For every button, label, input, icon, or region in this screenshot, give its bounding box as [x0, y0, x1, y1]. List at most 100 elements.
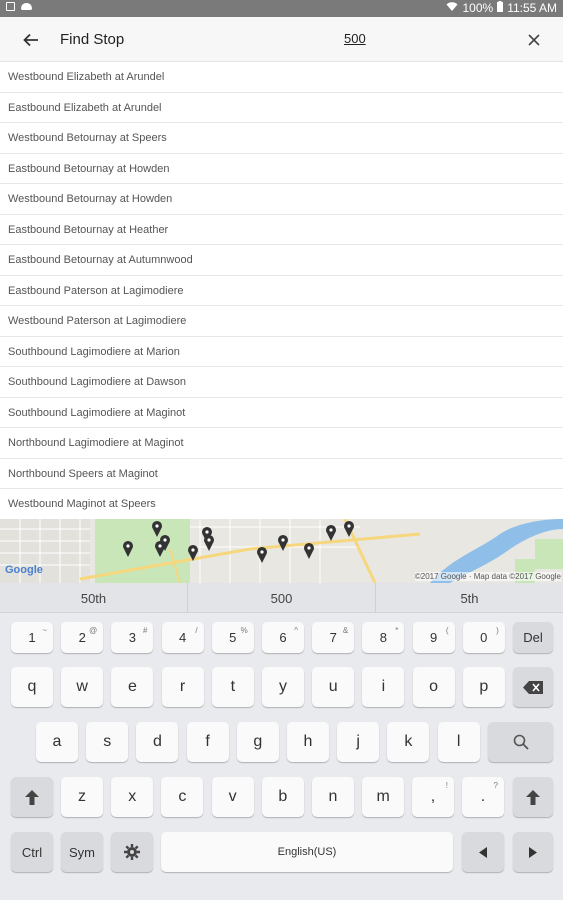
backspace-key[interactable] — [513, 667, 553, 707]
back-button[interactable] — [18, 27, 44, 53]
stop-result-item[interactable]: Southbound Lagimodiere at Dawson — [0, 367, 563, 398]
key-z-label: z — [78, 788, 86, 805]
key-r[interactable]: r — [161, 667, 204, 707]
google-logo: Google — [5, 564, 43, 576]
key-x[interactable]: x — [111, 777, 154, 817]
key-z[interactable]: z — [61, 777, 103, 817]
key-1[interactable]: 1 ~ — [11, 622, 53, 653]
key-e[interactable]: e — [111, 667, 154, 707]
key-n[interactable]: n — [312, 777, 354, 817]
key-i[interactable]: i — [362, 667, 405, 707]
stop-result-item[interactable]: Westbound Betournay at Howden — [0, 184, 563, 215]
stop-result-item[interactable]: Eastbound Betournay at Autumnwood — [0, 245, 563, 276]
key-2[interactable]: 2 @ — [61, 622, 104, 653]
key-4[interactable]: 4/ — [161, 622, 204, 653]
key-2-alt-label: @ — [89, 626, 98, 635]
page-title: Find Stop — [60, 31, 125, 48]
key-9-label: 9 — [429, 630, 438, 645]
key-t[interactable]: t — [211, 667, 254, 707]
stop-result-item[interactable]: Eastbound Paterson at Lagimodiere — [0, 276, 563, 306]
key-6[interactable]: 6 ^ — [262, 622, 304, 653]
key-q[interactable]: q — [11, 667, 53, 707]
key-5-label: 5 — [229, 630, 237, 645]
key-period[interactable]: .? — [462, 777, 504, 817]
key-9-alt-label: ( — [445, 626, 449, 635]
key-r-label: r — [179, 678, 186, 695]
ctrl-key[interactable]: Ctrl — [11, 832, 53, 872]
search-key[interactable] — [488, 722, 553, 762]
key-p[interactable]: p — [462, 667, 505, 707]
key-5[interactable]: 5% — [211, 622, 254, 653]
suggestion-item[interactable]: 500 — [188, 583, 376, 612]
key-3[interactable]: 3 # — [111, 622, 154, 653]
key-7-label: 7 — [329, 630, 337, 645]
key-8[interactable]: 8 * — [362, 622, 405, 653]
key-j[interactable]: j — [337, 722, 380, 762]
key-u[interactable]: u — [312, 667, 355, 707]
key-l-label: l — [456, 733, 461, 750]
stop-result-item[interactable]: Westbound Paterson at Lagimodiere — [0, 306, 563, 337]
key-l[interactable]: l — [437, 722, 480, 762]
stop-result-item[interactable]: Southbound Lagimodiere at Marion — [0, 337, 563, 367]
key-9[interactable]: 9( — [412, 622, 455, 653]
key-4-alt-label: / — [195, 626, 198, 635]
key-b[interactable]: b — [261, 777, 304, 817]
status-right: 100% 11:55 AM — [446, 1, 557, 15]
settings-key[interactable] — [111, 832, 153, 872]
cursor-right-key[interactable] — [513, 832, 553, 872]
search-icon — [513, 734, 529, 750]
key-o[interactable]: o — [412, 667, 455, 707]
key-c[interactable]: c — [161, 777, 204, 817]
key-g[interactable]: g — [236, 722, 279, 762]
space-key-label: English(US) — [277, 846, 337, 858]
shift-key-right[interactable] — [513, 777, 553, 817]
shift-key-left[interactable] — [11, 777, 53, 817]
stop-result-item[interactable]: Eastbound Elizabeth at Arundel — [0, 93, 563, 123]
stop-result-item[interactable]: Southbound Lagimodiere at Maginot — [0, 398, 563, 428]
key-4-label: 4 — [178, 630, 187, 645]
key-u-label: u — [328, 678, 338, 695]
space-key[interactable]: English(US) — [161, 832, 453, 872]
find-stop-screen: 100% 11:55 AM Find Stop 500 Westbound El… — [0, 0, 563, 900]
key-h[interactable]: h — [287, 722, 329, 762]
ctrl-key-label: Ctrl — [21, 844, 43, 860]
stop-result-item[interactable]: Westbound Maginot at Speers — [0, 489, 563, 520]
key-8-alt-label: * — [395, 626, 399, 635]
sym-key[interactable]: Sym — [61, 832, 103, 872]
key-0-alt-label: ) — [496, 626, 499, 635]
cursor-left-key[interactable] — [462, 832, 504, 872]
key-v[interactable]: v — [211, 777, 254, 817]
stop-result-item[interactable]: Northbound Speers at Maginot — [0, 459, 563, 489]
key-m[interactable]: m — [362, 777, 405, 817]
cloud-icon — [21, 3, 32, 10]
stop-result-item[interactable]: Westbound Elizabeth at Arundel — [0, 62, 563, 93]
key-w-label: w — [76, 678, 88, 695]
stop-result-item[interactable]: Eastbound Betournay at Heather — [0, 215, 563, 245]
key-a[interactable]: a — [36, 722, 78, 762]
caret-right-icon — [529, 846, 537, 858]
suggestion-item[interactable]: 50th — [0, 583, 188, 612]
stop-result-item[interactable]: Westbound Betournay at Speers — [0, 123, 563, 154]
suggestion-item[interactable]: 5th — [376, 583, 563, 612]
key-7[interactable]: 7 & — [312, 622, 355, 653]
key-k[interactable]: k — [387, 722, 430, 762]
clock: 11:55 AM — [507, 1, 557, 15]
key-0[interactable]: 0) — [462, 622, 505, 653]
delete-key[interactable]: Del — [513, 622, 553, 653]
stop-result-item[interactable]: Eastbound Betournay at Howden — [0, 154, 563, 184]
key-8-label: 8 — [379, 630, 387, 645]
key-period-alt-label: ? — [493, 781, 498, 790]
key-d[interactable]: d — [136, 722, 179, 762]
arrow-left-icon — [23, 33, 38, 47]
key-f[interactable]: f — [186, 722, 229, 762]
key-3-label: 3 — [128, 630, 136, 645]
key-x-label: x — [128, 788, 137, 805]
search-input[interactable]: 500 — [344, 31, 366, 46]
key-w[interactable]: w — [61, 667, 104, 707]
map-view[interactable]: Google ©2017 Google · Map data ©2017 Goo… — [0, 519, 563, 583]
key-comma[interactable]: ,! — [412, 777, 454, 817]
stop-result-item[interactable]: Northbound Lagimodiere at Maginot — [0, 428, 563, 459]
clear-search-button[interactable] — [521, 27, 547, 53]
key-s[interactable]: s — [86, 722, 129, 762]
key-y[interactable]: y — [262, 667, 304, 707]
